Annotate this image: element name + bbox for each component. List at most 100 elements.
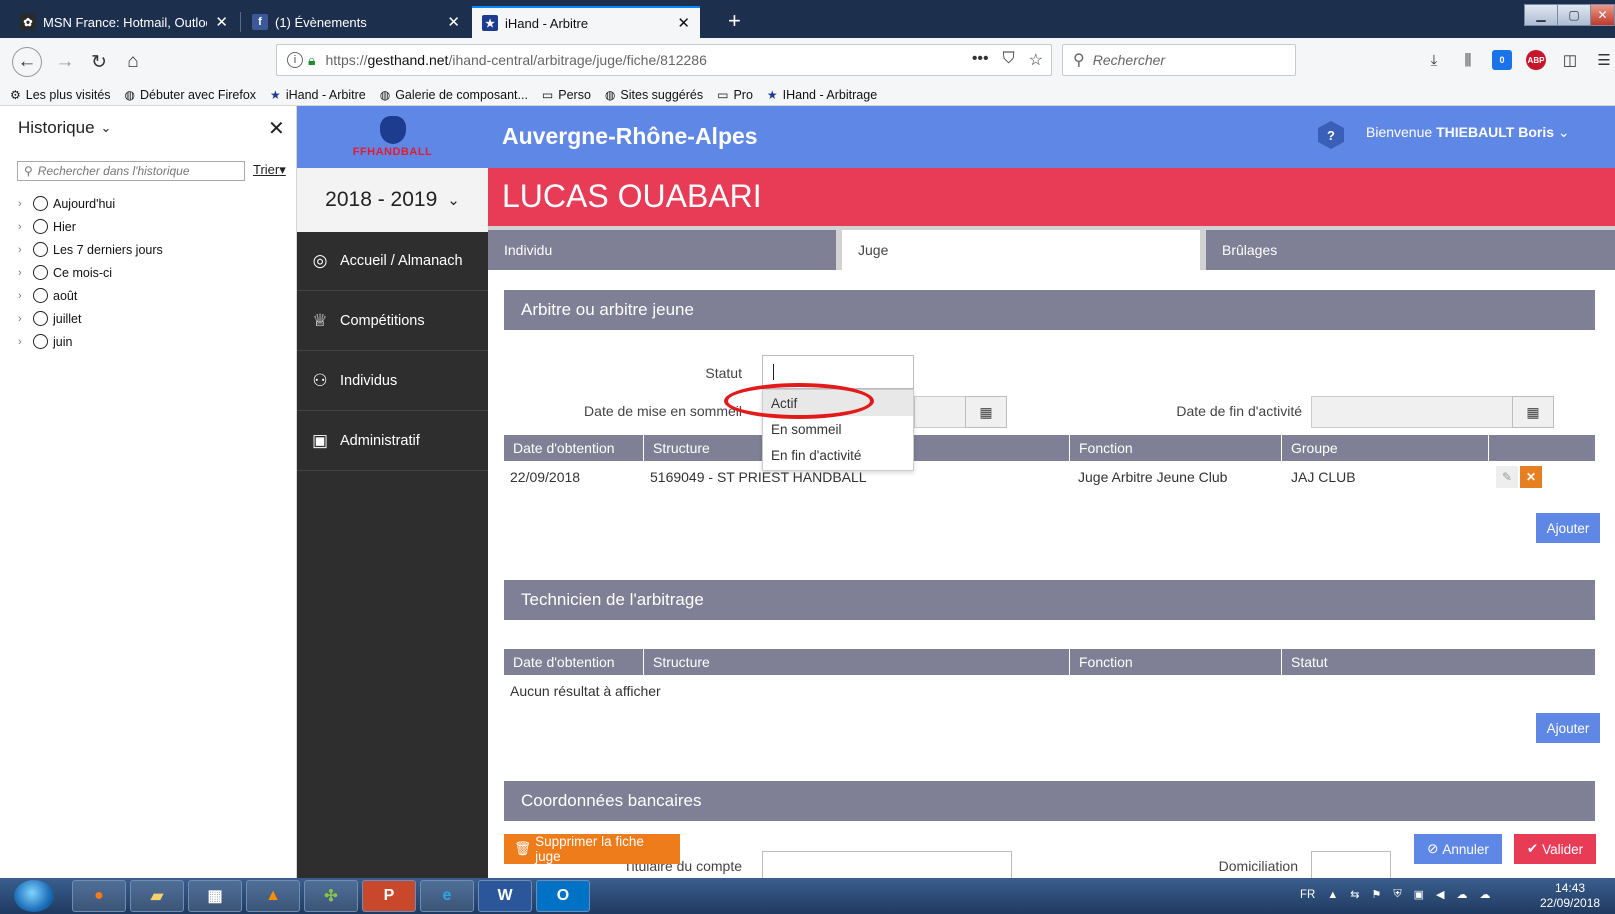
history-sort-button[interactable]: Trier▾ (253, 162, 286, 178)
page-actions-icon[interactable]: ••• (972, 50, 989, 70)
statut-option-actif[interactable]: Actif (763, 390, 913, 416)
bookmark-item[interactable]: ◍ Galerie de composant... (380, 88, 528, 102)
flag-icon[interactable]: ⚑ (1371, 888, 1381, 901)
nav-item-competitions[interactable]: ♕ Compétitions (297, 292, 488, 351)
season-selector[interactable]: 2018 - 2019 ⌄ (297, 168, 488, 232)
nav-item-label: Compétitions (340, 313, 425, 329)
date-fin-input[interactable] (1311, 396, 1513, 428)
pocket-icon[interactable]: ⛉ (1003, 50, 1015, 70)
clock-icon (33, 311, 48, 326)
delete-icon[interactable]: ✕ (1520, 466, 1542, 488)
statut-option-sommeil[interactable]: En sommeil (763, 416, 913, 442)
help-button[interactable]: ? (1318, 121, 1344, 149)
delete-juge-button[interactable]: 🗑︎ Supprimer la fiche juge (504, 834, 680, 864)
tray-expand-icon[interactable]: ▲ (1327, 889, 1338, 901)
start-button[interactable] (14, 880, 54, 912)
bookmark-item[interactable]: ▭ Perso (542, 88, 591, 102)
bookmark-label: Les plus visités (25, 87, 111, 102)
reload-button[interactable]: ↻ (84, 47, 114, 77)
history-item[interactable]: › Les 7 derniers jours (18, 238, 163, 261)
history-item[interactable]: › Hier (18, 215, 163, 238)
notification-badge[interactable]: 0 (1492, 50, 1512, 70)
season-label: 2018 - 2019 (325, 188, 438, 211)
bookmark-item[interactable]: ★ IHand - Arbitrage (767, 88, 877, 102)
url-bar[interactable]: i 🔒︎ https:// gesthand.net /ihand-centra… (276, 44, 1052, 76)
tab-individu[interactable]: Individu (488, 230, 836, 270)
tab-juge[interactable]: Juge (842, 230, 1200, 270)
history-item[interactable]: › juin (18, 330, 163, 353)
adblock-icon[interactable]: ABP (1526, 50, 1546, 70)
clock-icon (33, 265, 48, 280)
powerpoint-icon[interactable]: P (362, 880, 416, 912)
date-sommeil-input[interactable] (914, 396, 966, 428)
word-icon[interactable]: W (478, 880, 532, 912)
add-technicien-button[interactable]: Ajouter (1536, 713, 1600, 743)
new-tab-button[interactable]: + (728, 6, 741, 36)
vlc-icon[interactable]: ▲ (246, 880, 300, 912)
section-technicien: Technicien de l'arbitrage (504, 580, 1595, 620)
app-icon[interactable]: ✣ (304, 880, 358, 912)
network-icon[interactable]: ⇆ (1350, 888, 1359, 901)
history-item[interactable]: › août (18, 284, 163, 307)
statut-select[interactable] (762, 355, 914, 389)
history-search-input[interactable]: ⚲ Rechercher dans l'historique (17, 161, 245, 181)
info-icon[interactable]: i (287, 52, 303, 68)
cloud-icon[interactable]: ☁ (1456, 888, 1467, 901)
close-tab-icon[interactable]: ✕ (677, 14, 690, 32)
close-tab-icon[interactable]: ✕ (215, 13, 228, 31)
download-icon[interactable]: ⤓ (1424, 50, 1444, 70)
home-button[interactable]: ⌂ (118, 47, 148, 77)
lock-icon[interactable]: 🔒︎ (308, 52, 315, 69)
firefox-icon[interactable]: ● (72, 880, 126, 912)
history-title-dropdown[interactable]: Historique ⌄ (18, 118, 1574, 138)
menu-icon[interactable]: ☰ (1594, 50, 1614, 70)
bookmark-item[interactable]: ◍ Sites suggérés (605, 88, 703, 102)
close-window-button[interactable]: ✕ (1590, 4, 1615, 26)
explorer-icon[interactable]: ▰ (130, 880, 184, 912)
ie-icon[interactable]: e (420, 880, 474, 912)
calendar-icon[interactable]: ▦ (965, 396, 1007, 428)
browser-tab-facebook[interactable]: f (1) Évènements ✕ (242, 6, 470, 38)
edit-icon[interactable]: ✎ (1496, 466, 1518, 488)
nav-item-accueil[interactable]: ◎ Accueil / Almanach (297, 232, 488, 291)
system-clock[interactable]: 14:43 22/09/2018 (1540, 881, 1600, 911)
titulaire-input[interactable] (762, 851, 1012, 878)
user-menu[interactable]: Bienvenue THIEBAULT Boris ⌄ (1366, 124, 1570, 141)
onedrive-icon[interactable]: ☁ (1479, 888, 1490, 901)
history-item[interactable]: › Ce mois-ci (18, 261, 163, 284)
browser-tab-ihand[interactable]: ★ iHand - Arbitre ✕ (472, 6, 700, 38)
outlook-icon[interactable]: O (536, 880, 590, 912)
calendar-icon[interactable]: ▦ (1512, 396, 1554, 428)
forward-button[interactable]: → (50, 47, 80, 77)
language-indicator[interactable]: FR (1300, 889, 1315, 901)
tab-brulages[interactable]: Brûlages (1206, 230, 1615, 270)
history-item[interactable]: › juillet (18, 307, 163, 330)
add-arbitre-button[interactable]: Ajouter (1536, 513, 1600, 543)
statut-option-fin[interactable]: En fin d'activité (763, 442, 913, 468)
search-input[interactable]: ⚲ Rechercher (1062, 44, 1296, 76)
security-icon[interactable]: ⛨ (1393, 888, 1401, 901)
validate-button[interactable]: ✔ Valider (1514, 834, 1596, 864)
calculator-icon[interactable]: ▦ (188, 880, 242, 912)
volume-icon[interactable]: ◀ (1436, 888, 1444, 901)
close-icon[interactable]: ✕ (268, 116, 285, 141)
bookmark-item[interactable]: ⚙ Les plus visités (10, 88, 111, 102)
nav-item-administratif[interactable]: ▣ Administratif (297, 412, 488, 471)
back-button[interactable]: ← (12, 47, 42, 77)
bookmark-star-icon[interactable]: ☆ (1029, 50, 1043, 70)
bookmark-item[interactable]: ★ iHand - Arbitre (270, 88, 366, 102)
nav-item-individus[interactable]: ⚇ Individus (297, 352, 488, 411)
domiciliation-input[interactable] (1311, 851, 1391, 878)
close-tab-icon[interactable]: ✕ (447, 13, 460, 31)
bookmark-item[interactable]: ▭ Pro (717, 88, 753, 102)
minimize-button[interactable]: ▁ (1524, 4, 1558, 26)
bookmark-item[interactable]: ◍ Débuter avec Firefox (125, 88, 257, 102)
browser-tab-msn[interactable]: ✿ MSN France: Hotmail, Outlook, ✕ (10, 6, 238, 38)
display-icon[interactable]: ▣ (1414, 888, 1424, 901)
maximize-button[interactable]: ▢ (1557, 4, 1591, 26)
ffhandball-logo[interactable]: FFHANDBALL (297, 106, 488, 168)
cancel-button[interactable]: ⊘ Annuler (1414, 834, 1502, 864)
sidebar-toggle-icon[interactable]: ◫ (1560, 50, 1580, 70)
library-icon[interactable]: ⫼ (1458, 50, 1478, 70)
history-item[interactable]: › Aujourd'hui (18, 192, 163, 215)
